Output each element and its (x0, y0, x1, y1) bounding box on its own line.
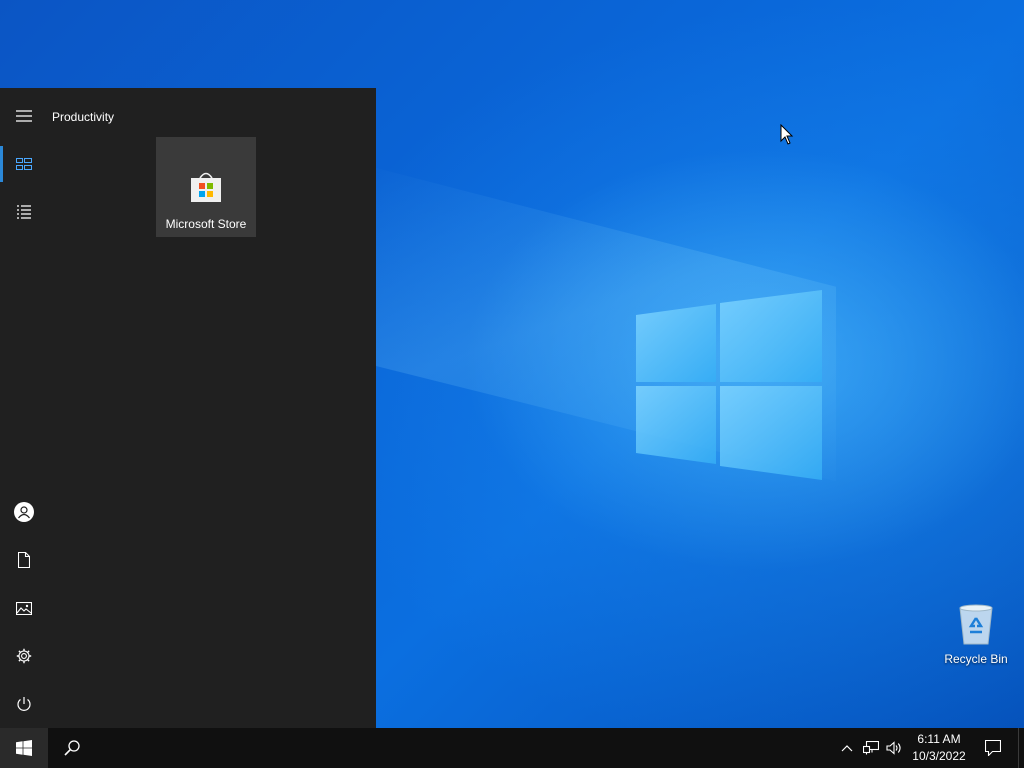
expand-menu-button[interactable] (0, 92, 48, 140)
action-center-button[interactable] (978, 728, 1008, 768)
mouse-cursor-icon (780, 124, 794, 145)
recycle-bin-icon (959, 604, 993, 645)
chevron-up-icon (841, 745, 853, 752)
desktop-icon-recycle-bin[interactable]: Recycle Bin (940, 600, 1012, 670)
taskbar: 6:11 AM 10/3/2022 (0, 728, 1024, 768)
pictures-button[interactable] (0, 584, 48, 632)
all-apps-list-icon (17, 205, 31, 219)
tile-label: Microsoft Store (165, 217, 247, 231)
start-menu: Productivity Microsoft Store (0, 88, 376, 728)
documents-icon (18, 552, 30, 568)
start-menu-rail (0, 88, 48, 728)
windows-logo-wallpaper (636, 290, 822, 480)
all-apps-button[interactable] (0, 188, 48, 236)
show-desktop-button[interactable] (1018, 728, 1024, 768)
settings-button[interactable] (0, 632, 48, 680)
show-hidden-icons-button[interactable] (835, 728, 859, 768)
user-account-icon (14, 502, 34, 522)
tile-microsoft-store[interactable]: Microsoft Store (156, 137, 256, 237)
power-button[interactable] (0, 680, 48, 728)
pictures-icon (16, 601, 32, 615)
search-button[interactable] (48, 728, 96, 768)
clock[interactable]: 6:11 AM 10/3/2022 (908, 731, 970, 765)
network-icon (863, 741, 879, 755)
documents-button[interactable] (0, 536, 48, 584)
clock-date: 10/3/2022 (912, 749, 966, 763)
clock-time: 6:11 AM (917, 732, 961, 746)
pinned-tiles-button[interactable] (0, 140, 48, 188)
microsoft-store-icon (191, 172, 221, 202)
pinned-tiles-icon (16, 158, 32, 170)
hamburger-menu-icon (16, 110, 32, 122)
search-icon (64, 740, 80, 756)
windows-start-icon (16, 740, 32, 756)
volume-icon (886, 741, 901, 755)
start-button[interactable] (0, 728, 48, 768)
settings-gear-icon (16, 648, 32, 664)
desktop-icon-label: Recycle Bin (944, 652, 1008, 666)
volume-button[interactable] (882, 728, 906, 768)
network-button[interactable] (859, 728, 883, 768)
tile-group-title[interactable]: Productivity (52, 110, 114, 124)
user-account-button[interactable] (0, 488, 48, 536)
notification-icon (985, 740, 1001, 756)
power-icon (17, 697, 31, 711)
